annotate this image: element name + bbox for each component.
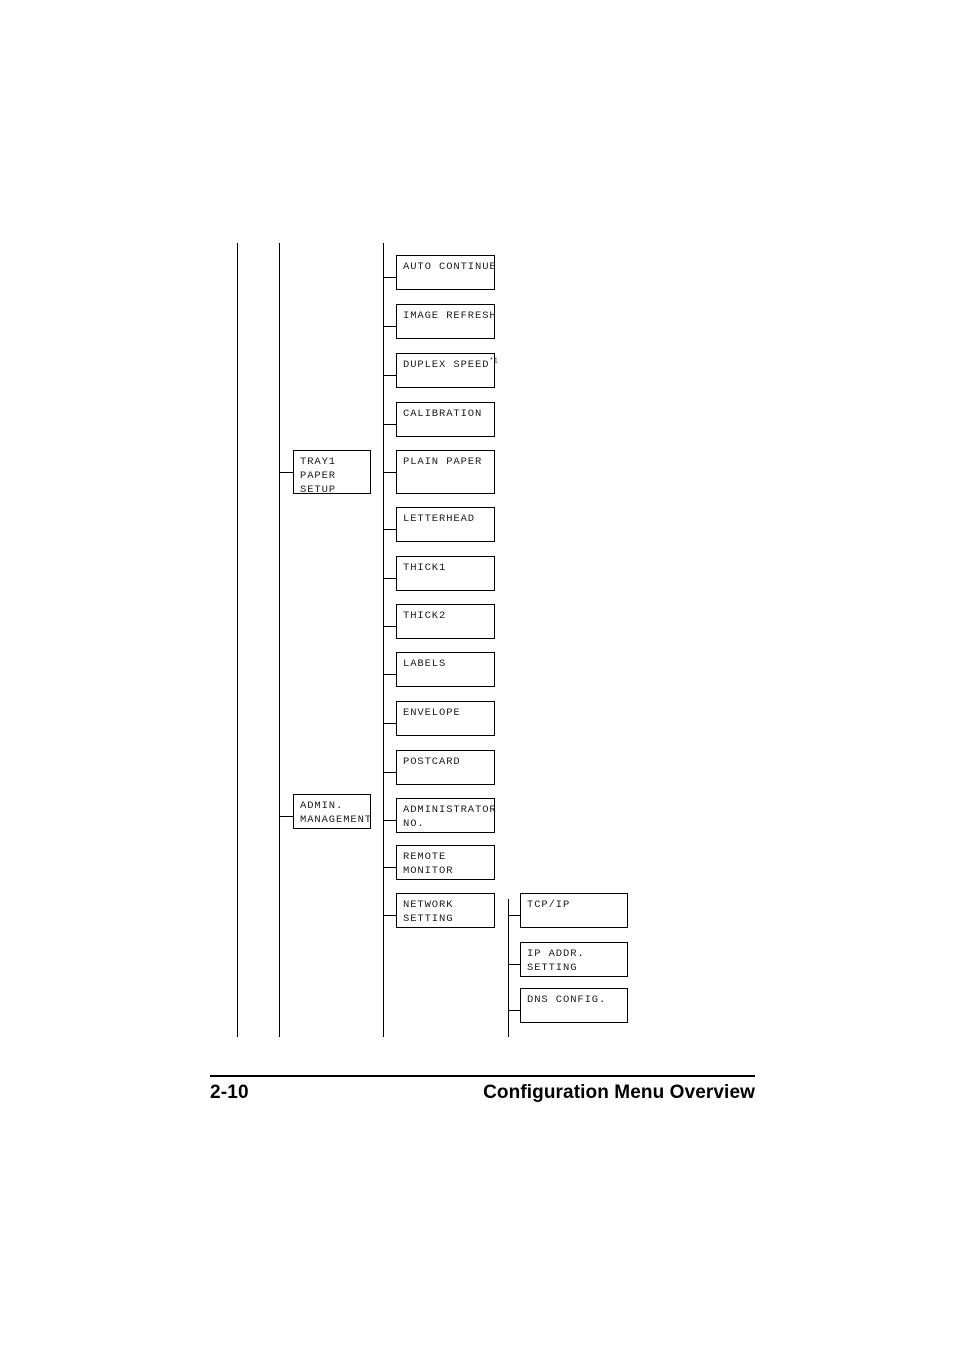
node-labels-connector	[383, 674, 396, 675]
node-labels-label: LABELS	[403, 658, 447, 670]
footer-chapter-title: Configuration Menu Overview	[483, 1082, 755, 1103]
node-ip-addr-setting-label: IP ADDR. SETTING	[527, 948, 585, 974]
node-duplex-speed-footnote-marker: *1	[489, 357, 498, 366]
node-remote-monitor-connector	[383, 867, 396, 868]
node-remote-monitor: REMOTE MONITOR	[396, 845, 495, 880]
node-postcard: POSTCARD	[396, 750, 495, 785]
node-administrator-no-connector	[383, 820, 396, 821]
node-image-refresh-label: IMAGE REFRESH	[403, 310, 497, 322]
node-calibration-label: CALIBRATION	[403, 408, 483, 420]
node-thick2-label: THICK2	[403, 610, 447, 622]
node-dns-config: DNS CONFIG.	[520, 988, 628, 1023]
node-duplex-speed-label: DUPLEX SPEED	[403, 359, 490, 371]
node-image-refresh-connector	[383, 326, 396, 327]
node-calibration: CALIBRATION	[396, 402, 495, 437]
node-postcard-label: POSTCARD	[403, 756, 461, 768]
node-auto-continue-connector	[383, 277, 396, 278]
node-administrator-no-label: ADMINISTRATOR NO.	[403, 804, 497, 830]
node-plain-paper-label: PLAIN PAPER	[403, 456, 483, 468]
node-auto-continue-label: AUTO CONTINUE	[403, 261, 497, 273]
node-letterhead: LETTERHEAD	[396, 507, 495, 542]
node-envelope-connector	[383, 723, 396, 724]
node-admin-management-label: ADMIN. MANAGEMENT	[300, 800, 373, 826]
node-thick1-label: THICK1	[403, 562, 447, 574]
node-thick1-connector	[383, 578, 396, 579]
page-number: 2-10	[210, 1082, 249, 1103]
node-envelope-label: ENVELOPE	[403, 707, 461, 719]
node-thick2-connector	[383, 626, 396, 627]
footer-divider-rule	[210, 1075, 755, 1077]
node-letterhead-label: LETTERHEAD	[403, 513, 476, 525]
document-page: TRAY1 PAPER SETUP ADMIN. MANAGEMENT AUTO C…	[0, 0, 954, 1350]
node-tcp-ip-label: TCP/IP	[527, 899, 571, 911]
node-image-refresh: IMAGE REFRESH	[396, 304, 497, 339]
trunk-level-0	[237, 243, 238, 1037]
trunk-level-1	[279, 243, 280, 1037]
node-auto-continue: AUTO CONTINUE	[396, 255, 497, 290]
node-admin-management: ADMIN. MANAGEMENT	[293, 794, 371, 829]
node-network-setting-label: NETWORK SETTING	[403, 899, 454, 925]
node-ip-addr-setting-connector	[508, 964, 520, 965]
node-remote-monitor-label: REMOTE MONITOR	[403, 851, 454, 877]
node-letterhead-connector	[383, 529, 396, 530]
node-administrator-no: ADMINISTRATOR NO.	[396, 798, 497, 833]
node-envelope: ENVELOPE	[396, 701, 495, 736]
page-footer: 2-10 Configuration Menu Overview	[210, 1082, 755, 1114]
node-tray1-paper-setup: TRAY1 PAPER SETUP	[293, 450, 371, 496]
configuration-menu-tree-diagram: TRAY1 PAPER SETUP ADMIN. MANAGEMENT AUTO C…	[0, 0, 954, 1060]
node-ip-addr-setting: IP ADDR. SETTING	[520, 942, 628, 977]
trunk-level-2	[383, 243, 384, 1037]
node-labels: LABELS	[396, 652, 495, 687]
node-tcp-ip: TCP/IP	[520, 893, 628, 928]
node-duplex-speed: DUPLEX SPEED*1	[396, 353, 498, 388]
node-network-setting: NETWORK SETTING	[396, 893, 495, 928]
node-tray1-paper-setup-label: TRAY1 PAPER SETUP	[300, 456, 337, 496]
node-plain-paper: PLAIN PAPER	[396, 450, 495, 494]
node-dns-config-connector	[508, 1010, 520, 1011]
node-admin-management-connector	[279, 816, 293, 817]
node-network-setting-connector	[383, 915, 396, 916]
node-calibration-connector	[383, 424, 396, 425]
node-plain-paper-connector	[383, 472, 396, 473]
node-tcp-ip-connector	[508, 915, 520, 916]
node-dns-config-label: DNS CONFIG.	[527, 994, 607, 1006]
node-duplex-speed-connector	[383, 375, 396, 376]
node-tray1-paper-setup-connector	[279, 472, 293, 473]
node-thick2: THICK2	[396, 604, 495, 639]
node-postcard-connector	[383, 772, 396, 773]
node-thick1: THICK1	[396, 556, 495, 591]
trunk-level-3	[508, 899, 509, 1037]
